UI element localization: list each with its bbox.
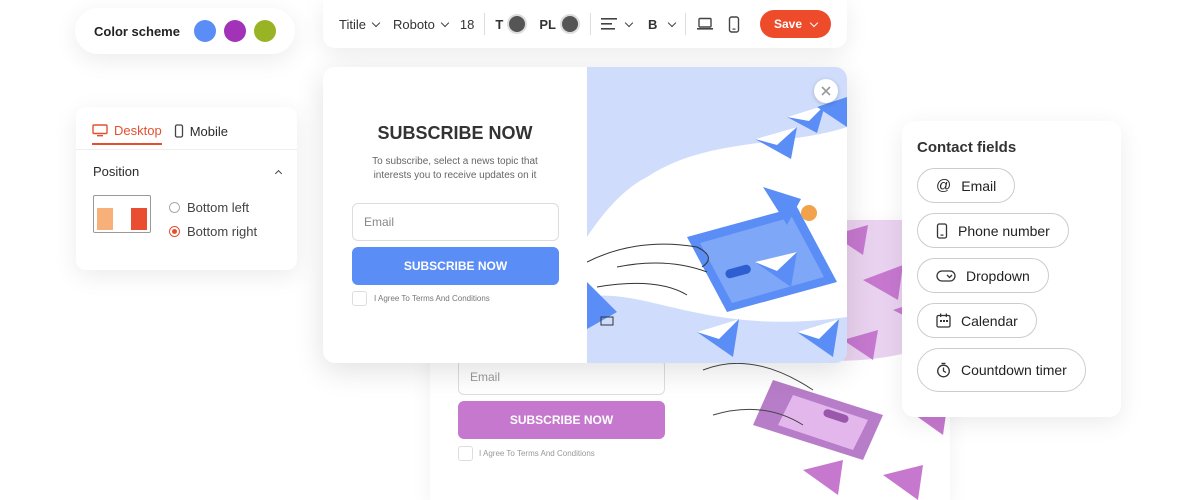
placeholder-color-swatch xyxy=(559,14,580,34)
save-button[interactable]: Save xyxy=(759,10,831,38)
chevron-down-icon xyxy=(668,18,677,27)
contact-field-row: Dropdown xyxy=(917,258,1106,303)
preview-right-block xyxy=(131,208,147,230)
preview-left-block xyxy=(97,208,113,230)
font-size-value: 18 xyxy=(459,16,475,32)
back-email-input[interactable]: Email xyxy=(458,359,665,395)
color-scheme-label: Color scheme xyxy=(94,23,180,39)
agree-row[interactable]: I Agree To Terms And Conditions xyxy=(352,291,490,306)
radio-circle-selected xyxy=(169,225,180,237)
position-options: Bottom left Bottom right xyxy=(76,179,297,243)
align-left-icon xyxy=(600,18,617,30)
desktop-view-button[interactable] xyxy=(696,17,714,31)
device-position-card: Desktop Mobile Position Bottom left Bott… xyxy=(76,107,297,270)
heading-select-value: Titile xyxy=(339,16,366,32)
back-agree-row[interactable]: I Agree To Terms And Conditions xyxy=(458,446,595,461)
agree-checkbox[interactable] xyxy=(352,291,367,306)
calendar-icon xyxy=(936,313,951,328)
position-label: Position xyxy=(93,164,140,179)
popup-description: To subscribe, select a news topic that i… xyxy=(372,156,538,181)
contact-field-row: Countdown timer xyxy=(917,348,1106,402)
at-icon: @ xyxy=(936,177,952,194)
chevron-down-icon xyxy=(440,18,450,27)
position-section-header[interactable]: Position xyxy=(76,150,297,179)
field-calendar[interactable]: Calendar xyxy=(917,303,1037,338)
mobile-view-button[interactable] xyxy=(728,15,740,33)
font-select[interactable]: Roboto xyxy=(392,16,450,32)
agree-label: I Agree To Terms And Conditions xyxy=(374,294,490,303)
timer-icon xyxy=(937,362,950,378)
device-tabs: Desktop Mobile xyxy=(76,107,297,150)
contact-field-row: @ Email xyxy=(917,168,1106,213)
back-agree-label: I Agree To Terms And Conditions xyxy=(479,449,595,458)
monitor-icon xyxy=(92,124,108,137)
color-swatch-blue[interactable] xyxy=(193,20,216,42)
phone-icon xyxy=(936,222,948,239)
field-countdown-timer[interactable]: Countdown timer xyxy=(917,348,1086,392)
bold-select[interactable]: B xyxy=(647,16,677,32)
chevron-down-icon xyxy=(371,18,381,27)
field-calendar-label: Calendar xyxy=(961,312,1018,329)
back-agree-checkbox[interactable] xyxy=(458,446,473,461)
popup-title: SUBSCRIBE NOW xyxy=(377,123,533,143)
subscribe-button[interactable]: SUBSCRIBE NOW xyxy=(352,247,559,285)
dropdown-icon xyxy=(936,269,956,282)
save-button-label: Save xyxy=(773,17,802,31)
position-radio-group: Bottom left Bottom right xyxy=(169,195,257,243)
tab-desktop[interactable]: Desktop xyxy=(92,121,162,145)
chevron-up-icon xyxy=(274,169,283,177)
position-preview xyxy=(93,195,151,233)
radio-bottom-right-label: Bottom right xyxy=(187,223,258,239)
close-button[interactable] xyxy=(814,79,838,103)
placeholder-color-picker[interactable]: PL xyxy=(539,14,580,34)
smartphone-icon xyxy=(729,15,740,33)
field-phone-label: Phone number xyxy=(958,222,1050,239)
close-icon xyxy=(821,86,831,96)
field-email-label: Email xyxy=(961,177,997,194)
color-swatch-purple[interactable] xyxy=(223,20,246,42)
field-phone-number[interactable]: Phone number xyxy=(917,213,1069,248)
toolbar-divider xyxy=(685,13,687,35)
smartphone-icon xyxy=(174,124,183,138)
heading-select[interactable]: Titile xyxy=(339,16,381,32)
popup-form: SUBSCRIBE NOW To subscribe, select a new… xyxy=(323,67,587,363)
tab-mobile-label: Mobile xyxy=(189,123,228,139)
font-size-select[interactable]: 18 xyxy=(460,17,474,32)
contact-fields-card: Contact fields @ Email Phone number Drop… xyxy=(902,121,1121,417)
chevron-down-icon xyxy=(809,18,819,27)
contact-field-row: Phone number xyxy=(917,213,1106,258)
subscribe-popup: SUBSCRIBE NOW To subscribe, select a new… xyxy=(323,67,847,363)
toolbar-divider xyxy=(484,13,486,35)
field-dropdown[interactable]: Dropdown xyxy=(917,258,1049,293)
text-color-swatch xyxy=(507,14,528,34)
align-select[interactable] xyxy=(600,17,634,31)
placeholder-color-label: PL xyxy=(539,16,556,32)
field-email[interactable]: @ Email xyxy=(917,168,1016,203)
envelope-illustration xyxy=(587,67,847,363)
toolbar-divider xyxy=(589,13,591,35)
color-scheme-card: Color scheme xyxy=(75,8,295,54)
tab-desktop-label: Desktop xyxy=(114,123,162,138)
editor-toolbar: Titile Roboto 18 T PL B Save xyxy=(323,0,847,48)
contact-fields-title: Contact fields xyxy=(917,139,1017,156)
radio-bottom-right[interactable]: Bottom right xyxy=(169,219,257,243)
bold-label: B xyxy=(647,16,658,32)
back-subscribe-button[interactable]: SUBSCRIBE NOW xyxy=(458,401,665,439)
field-dropdown-label: Dropdown xyxy=(966,267,1030,284)
field-countdown-label: Countdown timer xyxy=(961,362,1067,378)
contact-field-row: Calendar xyxy=(917,303,1106,348)
laptop-icon xyxy=(697,17,714,30)
chevron-down-icon xyxy=(624,18,634,27)
radio-circle xyxy=(169,201,180,213)
radio-bottom-left[interactable]: Bottom left xyxy=(169,195,257,219)
text-color-label: T xyxy=(495,16,504,32)
text-color-picker[interactable]: T xyxy=(495,14,528,34)
radio-bottom-left-label: Bottom left xyxy=(187,199,250,215)
color-swatch-green[interactable] xyxy=(253,20,276,42)
tab-mobile[interactable]: Mobile xyxy=(174,121,228,141)
popup-illustration xyxy=(587,67,847,363)
email-input[interactable]: Email xyxy=(352,203,559,241)
font-select-value: Roboto xyxy=(392,16,435,32)
